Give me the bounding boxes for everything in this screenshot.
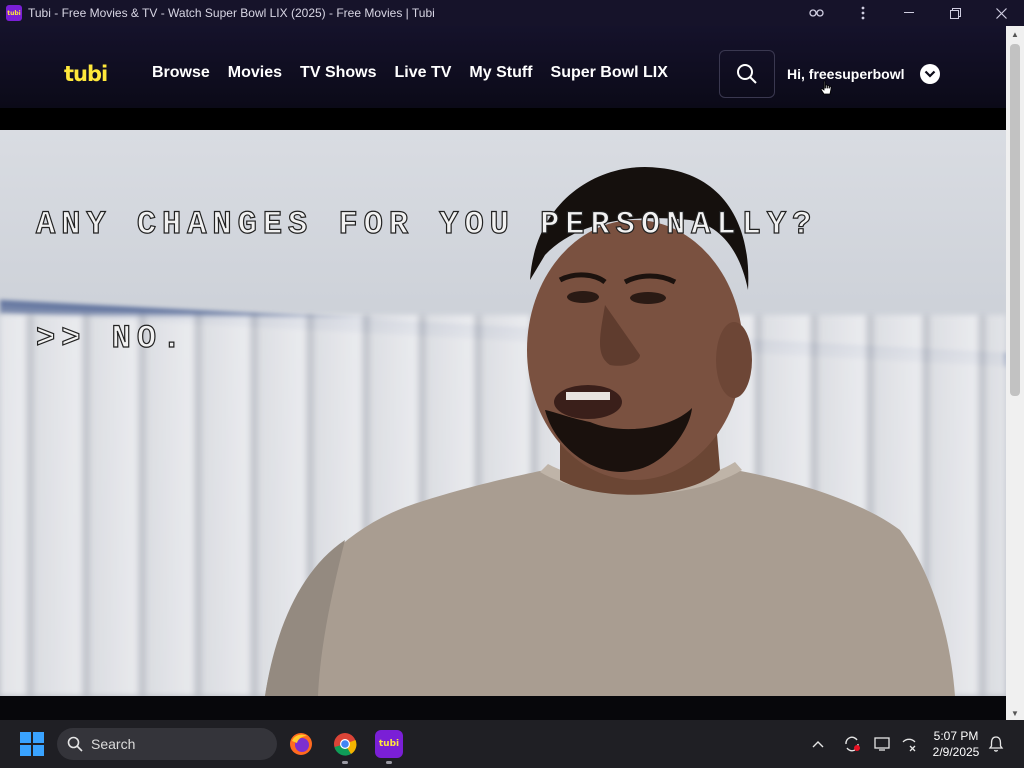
tubi-logo[interactable]: tubi [64, 62, 108, 86]
sync-icon[interactable] [843, 720, 861, 768]
search-icon [67, 736, 83, 752]
search-button[interactable] [719, 50, 775, 98]
chevron-down-icon[interactable] [920, 64, 940, 84]
network-disconnected-icon[interactable] [901, 720, 917, 768]
extensions-icon[interactable] [794, 0, 840, 26]
site-header: tubi Browse Movies TV Shows Live TV My S… [0, 26, 1006, 108]
display-icon[interactable] [874, 720, 892, 768]
restore-button[interactable] [932, 0, 978, 26]
chrome-taskbar-icon[interactable] [331, 730, 359, 764]
scroll-down-icon[interactable]: ▼ [1011, 709, 1019, 718]
user-greeting[interactable]: Hi, freesuperbowl [787, 66, 904, 82]
running-indicator [342, 761, 348, 764]
closed-caption: ANY CHANGES FOR YOU PERSONALLY? >> NO. [35, 130, 818, 434]
notification-bell-icon[interactable] [988, 720, 1004, 768]
taskbar-clock[interactable]: 5:07 PM 2/9/2025 [925, 728, 987, 760]
scroll-up-icon[interactable]: ▲ [1011, 30, 1019, 39]
show-hidden-icons[interactable] [812, 720, 824, 768]
nav-tv-shows[interactable]: TV Shows [300, 64, 376, 82]
window-title: Tubi - Free Movies & TV - Watch Super Bo… [28, 6, 435, 20]
window-titlebar: tubi Tubi - Free Movies & TV - Watch Sup… [0, 0, 1024, 26]
video-player[interactable]: ANY CHANGES FOR YOU PERSONALLY? >> NO. [0, 130, 1006, 696]
windows-taskbar: Search tubi 5:07 PM 2/9/2025 [0, 720, 1024, 768]
mouse-cursor-icon [820, 80, 832, 95]
caption-line-2: >> NO. [35, 319, 188, 357]
nav-browse[interactable]: Browse [152, 64, 210, 82]
nav-movies[interactable]: Movies [228, 64, 282, 82]
nav-super-bowl-lix[interactable]: Super Bowl LIX [551, 64, 668, 82]
clock-date: 2/9/2025 [932, 745, 980, 759]
scrollbar-thumb[interactable] [1010, 44, 1020, 396]
caption-line-1: ANY CHANGES FOR YOU PERSONALLY? [35, 205, 818, 243]
minimize-button[interactable] [886, 0, 932, 26]
tubi-taskbar-label: tubi [378, 739, 400, 749]
clock-time: 5:07 PM [933, 729, 979, 743]
player-bottom-bar [0, 696, 1006, 720]
more-menu-icon[interactable] [840, 0, 886, 26]
main-nav: Browse Movies TV Shows Live TV My Stuff … [152, 64, 686, 82]
firefox-taskbar-icon[interactable] [287, 730, 315, 758]
running-indicator [386, 761, 392, 764]
nav-live-tv[interactable]: Live TV [395, 64, 452, 82]
start-button[interactable] [20, 732, 44, 756]
player-top-bar [0, 108, 1006, 130]
tubi-taskbar-icon[interactable]: tubi [375, 730, 403, 764]
search-icon [737, 64, 757, 84]
tubi-app-icon: tubi [6, 5, 22, 21]
page-scrollbar[interactable]: ▲ ▼ [1006, 26, 1024, 720]
taskbar-search-label: Search [91, 736, 136, 752]
taskbar-search[interactable]: Search [57, 728, 277, 760]
close-button[interactable] [978, 0, 1024, 26]
nav-my-stuff[interactable]: My Stuff [469, 64, 532, 82]
